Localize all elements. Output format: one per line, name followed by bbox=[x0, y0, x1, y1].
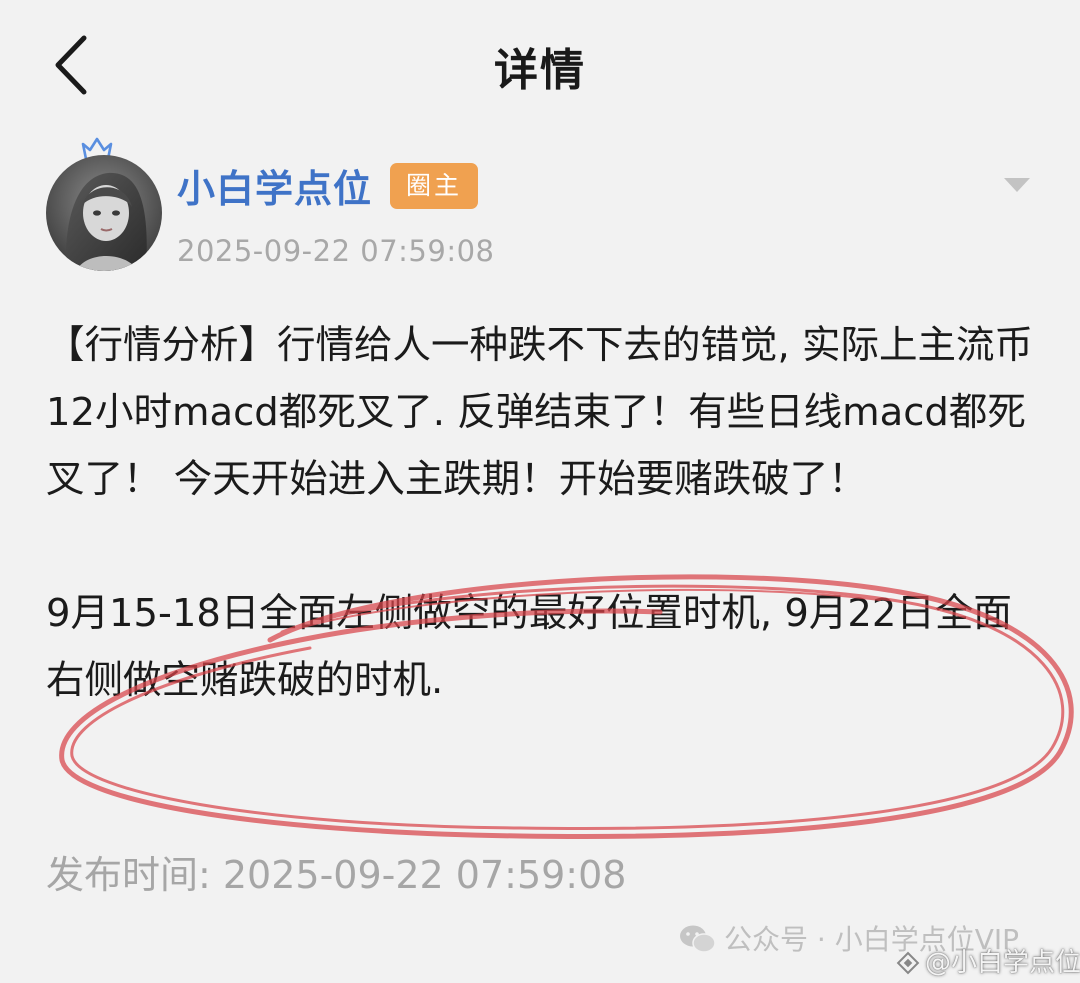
diamond-icon bbox=[896, 951, 920, 975]
post-timestamp: 2025-09-22 07:59:08 bbox=[177, 234, 495, 268]
post-body: 【行情分析】行情给人一种跌不下去的错觉, 实际上主流币12小时macd都死叉了.… bbox=[46, 312, 1036, 714]
page-title: 详情 bbox=[494, 45, 586, 96]
wechat-icon bbox=[680, 925, 716, 953]
nav-bar: 详情 bbox=[0, 0, 1080, 125]
dropdown-triangle-icon[interactable] bbox=[1000, 172, 1034, 198]
author-name[interactable]: 小白学点位 bbox=[177, 158, 372, 213]
owner-badge: 圈主 bbox=[390, 163, 478, 209]
handle-watermark: @小白学点位 bbox=[895, 942, 1080, 979]
post-paragraph: 【行情分析】行情给人一种跌不下去的错觉, 实际上主流币12小时macd都死叉了.… bbox=[46, 323, 1033, 502]
handle-text: @小白学点位 bbox=[925, 948, 1080, 978]
publish-time: 发布时间: 2025-09-22 07:59:08 bbox=[46, 853, 627, 897]
avatar[interactable] bbox=[46, 155, 162, 271]
post-paragraph: 9月15-18日全面左侧做空的最好位置时机, 9月22日全面右侧做空赌跌破的时机… bbox=[46, 591, 1012, 703]
avatar-image[interactable] bbox=[46, 155, 162, 271]
